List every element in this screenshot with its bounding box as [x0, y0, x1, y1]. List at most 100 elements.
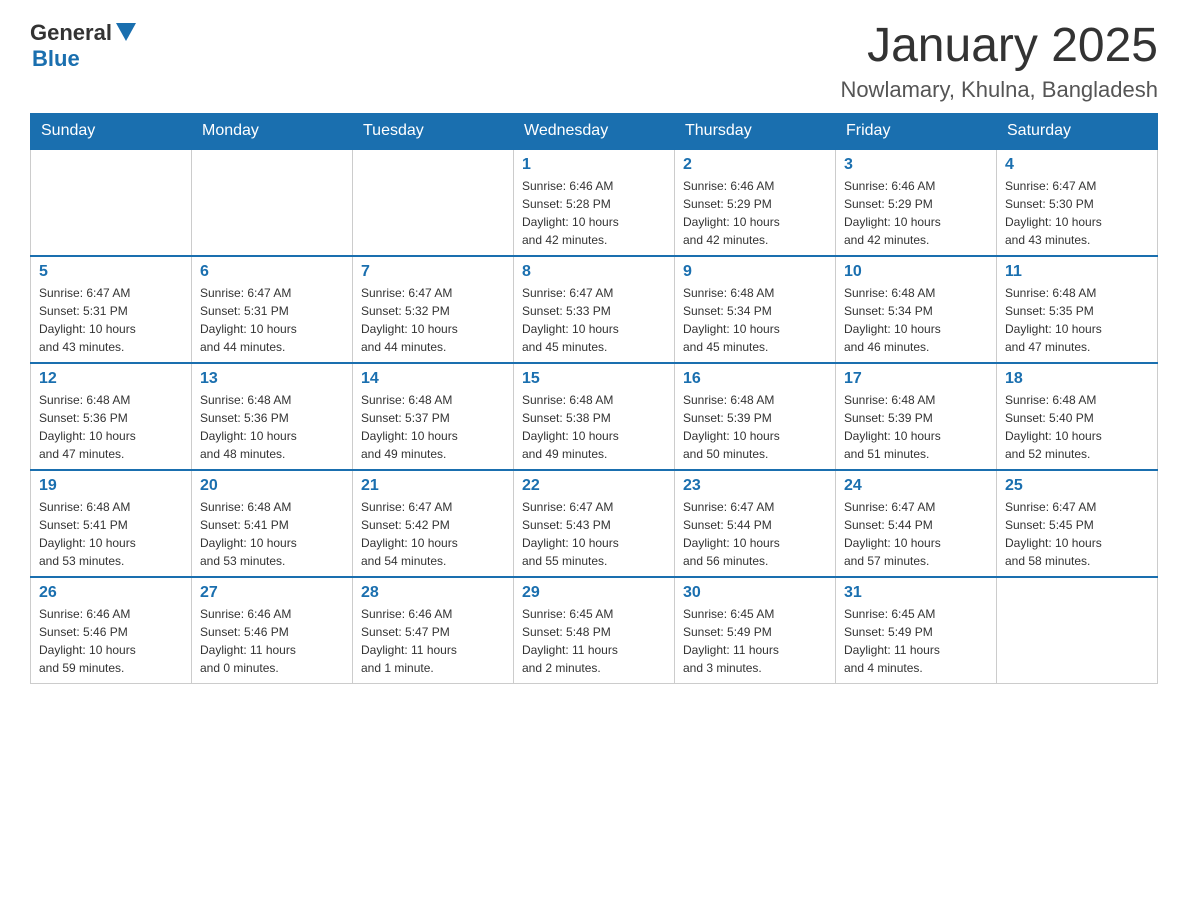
day-info: Sunrise: 6:47 AM Sunset: 5:31 PM Dayligh… — [200, 284, 344, 356]
day-info: Sunrise: 6:48 AM Sunset: 5:40 PM Dayligh… — [1005, 391, 1149, 463]
calendar-cell: 22Sunrise: 6:47 AM Sunset: 5:43 PM Dayli… — [514, 470, 675, 577]
day-info: Sunrise: 6:46 AM Sunset: 5:29 PM Dayligh… — [844, 177, 988, 249]
day-number: 4 — [1005, 156, 1149, 174]
day-number: 5 — [39, 263, 183, 281]
day-number: 20 — [200, 477, 344, 495]
day-info: Sunrise: 6:47 AM Sunset: 5:44 PM Dayligh… — [844, 498, 988, 570]
calendar-cell: 30 Sunrise: 6:45 AM Sunset: 5:49 PM Dayli… — [675, 577, 836, 684]
calendar-cell: 5 Sunrise: 6:47 AM Sunset: 5:31 PM Daylig… — [31, 256, 192, 363]
day-info: Sunrise: 6:46 AM Sunset: 5:29 PM Dayligh… — [683, 177, 827, 249]
calendar-cell: 29 Sunrise: 6:45 AM Sunset: 5:48 PM Dayli… — [514, 577, 675, 684]
calendar-cell: 24 Sunrise: 6:47 AM Sunset: 5:44 PM Dayli… — [836, 470, 997, 577]
calendar-cell: 9 Sunrise: 6:48 AM Sunset: 5:34 PM Daylig… — [675, 256, 836, 363]
calendar-cell — [353, 149, 514, 256]
logo-triangle-icon — [116, 23, 136, 41]
calendar-cell: 21Sunrise: 6:47 AM Sunset: 5:42 PM Dayli… — [353, 470, 514, 577]
calendar-cell: 16 Sunrise: 6:48 AM Sunset: 5:39 PM Dayli… — [675, 363, 836, 470]
calendar-cell: 6 Sunrise: 6:47 AM Sunset: 5:31 PM Daylig… — [192, 256, 353, 363]
calendar-cell: 4Sunrise: 6:47 AM Sunset: 5:30 PM Daylig… — [997, 149, 1158, 256]
day-number: 7 — [361, 263, 505, 281]
calendar-cell: 23 Sunrise: 6:47 AM Sunset: 5:44 PM Dayli… — [675, 470, 836, 577]
day-info: Sunrise: 6:48 AM Sunset: 5:35 PM Dayligh… — [1005, 284, 1149, 356]
calendar-cell: 15Sunrise: 6:48 AM Sunset: 5:38 PM Dayli… — [514, 363, 675, 470]
day-number: 9 — [683, 263, 827, 281]
day-number: 23 — [683, 477, 827, 495]
day-number: 10 — [844, 263, 988, 281]
day-number: 31 — [844, 584, 988, 602]
weekday-header-wednesday: Wednesday — [514, 113, 675, 149]
calendar-cell: 1Sunrise: 6:46 AM Sunset: 5:28 PM Daylig… — [514, 149, 675, 256]
calendar-cell: 18 Sunrise: 6:48 AM Sunset: 5:40 PM Dayli… — [997, 363, 1158, 470]
weekday-header-saturday: Saturday — [997, 113, 1158, 149]
calendar-cell: 26 Sunrise: 6:46 AM Sunset: 5:46 PM Dayli… — [31, 577, 192, 684]
day-info: Sunrise: 6:46 AM Sunset: 5:46 PM Dayligh… — [200, 605, 344, 677]
day-info: Sunrise: 6:48 AM Sunset: 5:34 PM Dayligh… — [683, 284, 827, 356]
weekday-header-thursday: Thursday — [675, 113, 836, 149]
day-info: Sunrise: 6:47 AM Sunset: 5:33 PM Dayligh… — [522, 284, 666, 356]
weekday-header-sunday: Sunday — [31, 113, 192, 149]
week-row-3: 12 Sunrise: 6:48 AM Sunset: 5:36 PM Dayli… — [31, 363, 1158, 470]
calendar-cell: 3 Sunrise: 6:46 AM Sunset: 5:29 PM Daylig… — [836, 149, 997, 256]
calendar-cell: 31Sunrise: 6:45 AM Sunset: 5:49 PM Dayli… — [836, 577, 997, 684]
day-info: Sunrise: 6:46 AM Sunset: 5:47 PM Dayligh… — [361, 605, 505, 677]
day-number: 13 — [200, 370, 344, 388]
day-info: Sunrise: 6:48 AM Sunset: 5:37 PM Dayligh… — [361, 391, 505, 463]
day-info: Sunrise: 6:47 AM Sunset: 5:32 PM Dayligh… — [361, 284, 505, 356]
calendar-cell: 13 Sunrise: 6:48 AM Sunset: 5:36 PM Dayli… — [192, 363, 353, 470]
calendar-table: SundayMondayTuesdayWednesdayThursdayFrid… — [30, 113, 1158, 684]
day-number: 25 — [1005, 477, 1149, 495]
page-header: General Blue January 2025 Nowlamary, Khu… — [30, 20, 1158, 103]
calendar-cell: 10 Sunrise: 6:48 AM Sunset: 5:34 PM Dayli… — [836, 256, 997, 363]
day-info: Sunrise: 6:47 AM Sunset: 5:44 PM Dayligh… — [683, 498, 827, 570]
calendar-cell: 19Sunrise: 6:48 AM Sunset: 5:41 PM Dayli… — [31, 470, 192, 577]
location-title: Nowlamary, Khulna, Bangladesh — [840, 77, 1158, 103]
calendar-cell: 25 Sunrise: 6:47 AM Sunset: 5:45 PM Dayli… — [997, 470, 1158, 577]
day-number: 12 — [39, 370, 183, 388]
day-number: 18 — [1005, 370, 1149, 388]
day-number: 17 — [844, 370, 988, 388]
day-number: 28 — [361, 584, 505, 602]
day-info: Sunrise: 6:48 AM Sunset: 5:36 PM Dayligh… — [200, 391, 344, 463]
day-info: Sunrise: 6:45 AM Sunset: 5:48 PM Dayligh… — [522, 605, 666, 677]
weekday-header-friday: Friday — [836, 113, 997, 149]
day-number: 26 — [39, 584, 183, 602]
day-info: Sunrise: 6:47 AM Sunset: 5:31 PM Dayligh… — [39, 284, 183, 356]
day-number: 27 — [200, 584, 344, 602]
day-number: 1 — [522, 156, 666, 174]
day-number: 8 — [522, 263, 666, 281]
day-info: Sunrise: 6:48 AM Sunset: 5:41 PM Dayligh… — [200, 498, 344, 570]
calendar-cell: 28 Sunrise: 6:46 AM Sunset: 5:47 PM Dayli… — [353, 577, 514, 684]
calendar-cell: 20 Sunrise: 6:48 AM Sunset: 5:41 PM Dayli… — [192, 470, 353, 577]
calendar-cell: 12Sunrise: 6:48 AM Sunset: 5:36 PM Dayli… — [31, 363, 192, 470]
day-number: 24 — [844, 477, 988, 495]
month-title: January 2025 — [840, 20, 1158, 73]
week-row-5: 26 Sunrise: 6:46 AM Sunset: 5:46 PM Dayli… — [31, 577, 1158, 684]
day-number: 14 — [361, 370, 505, 388]
logo: General Blue — [30, 20, 136, 72]
day-info: Sunrise: 6:47 AM Sunset: 5:43 PM Dayligh… — [522, 498, 666, 570]
calendar-cell: 11 Sunrise: 6:48 AM Sunset: 5:35 PM Dayli… — [997, 256, 1158, 363]
day-info: Sunrise: 6:46 AM Sunset: 5:46 PM Dayligh… — [39, 605, 183, 677]
day-number: 11 — [1005, 263, 1149, 281]
calendar-cell — [192, 149, 353, 256]
day-number: 16 — [683, 370, 827, 388]
day-number: 21 — [361, 477, 505, 495]
day-number: 3 — [844, 156, 988, 174]
day-number: 29 — [522, 584, 666, 602]
day-number: 6 — [200, 263, 344, 281]
day-info: Sunrise: 6:45 AM Sunset: 5:49 PM Dayligh… — [683, 605, 827, 677]
calendar-cell: 14 Sunrise: 6:48 AM Sunset: 5:37 PM Dayli… — [353, 363, 514, 470]
logo-blue-text: Blue — [32, 46, 80, 72]
day-info: Sunrise: 6:48 AM Sunset: 5:39 PM Dayligh… — [683, 391, 827, 463]
calendar-cell: 8 Sunrise: 6:47 AM Sunset: 5:33 PM Daylig… — [514, 256, 675, 363]
day-info: Sunrise: 6:48 AM Sunset: 5:39 PM Dayligh… — [844, 391, 988, 463]
day-info: Sunrise: 6:48 AM Sunset: 5:34 PM Dayligh… — [844, 284, 988, 356]
calendar-cell: 27 Sunrise: 6:46 AM Sunset: 5:46 PM Dayli… — [192, 577, 353, 684]
day-info: Sunrise: 6:47 AM Sunset: 5:45 PM Dayligh… — [1005, 498, 1149, 570]
calendar-header-row: SundayMondayTuesdayWednesdayThursdayFrid… — [31, 113, 1158, 149]
day-info: Sunrise: 6:48 AM Sunset: 5:38 PM Dayligh… — [522, 391, 666, 463]
calendar-cell — [997, 577, 1158, 684]
week-row-4: 19Sunrise: 6:48 AM Sunset: 5:41 PM Dayli… — [31, 470, 1158, 577]
logo-general-text: General — [30, 20, 112, 46]
day-number: 30 — [683, 584, 827, 602]
